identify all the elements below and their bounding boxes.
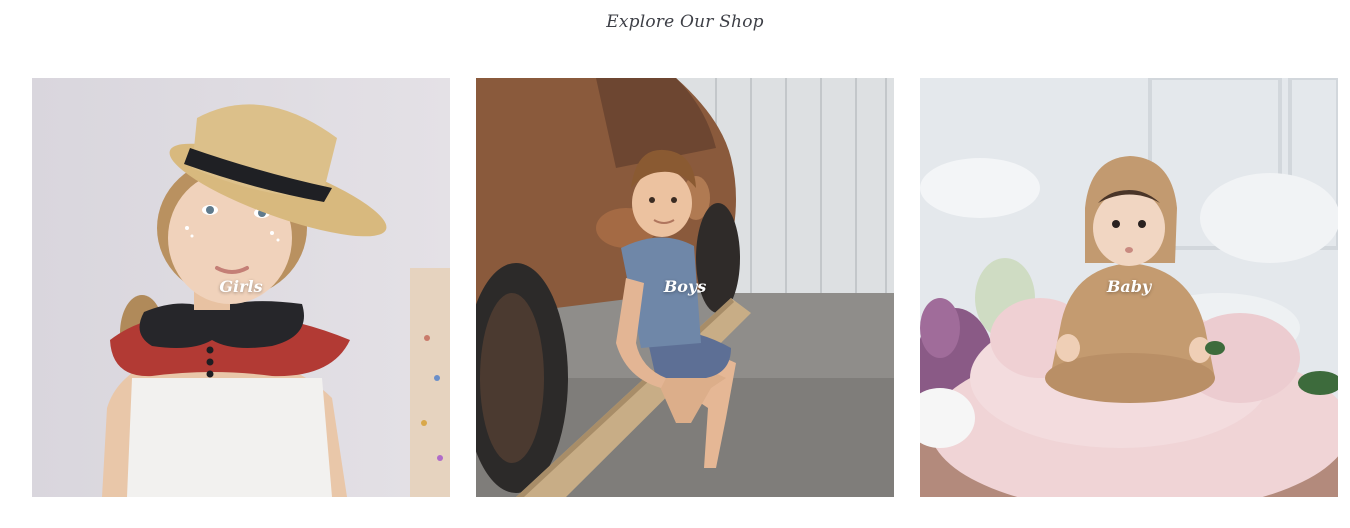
section-title: Explore Our Shop bbox=[606, 12, 764, 32]
shop-categories-section: Explore Our Shop Girls Boys Baby bbox=[0, 0, 1350, 528]
category-label-boys: Boys bbox=[663, 277, 707, 296]
category-label-baby: Baby bbox=[1106, 277, 1152, 296]
category-tile-girls[interactable]: Girls bbox=[32, 78, 450, 497]
category-label-girls: Girls bbox=[219, 277, 263, 296]
category-grid: Girls Boys Baby bbox=[32, 78, 1338, 497]
category-tile-baby[interactable]: Baby bbox=[920, 78, 1338, 497]
category-tile-boys[interactable]: Boys bbox=[476, 78, 894, 497]
